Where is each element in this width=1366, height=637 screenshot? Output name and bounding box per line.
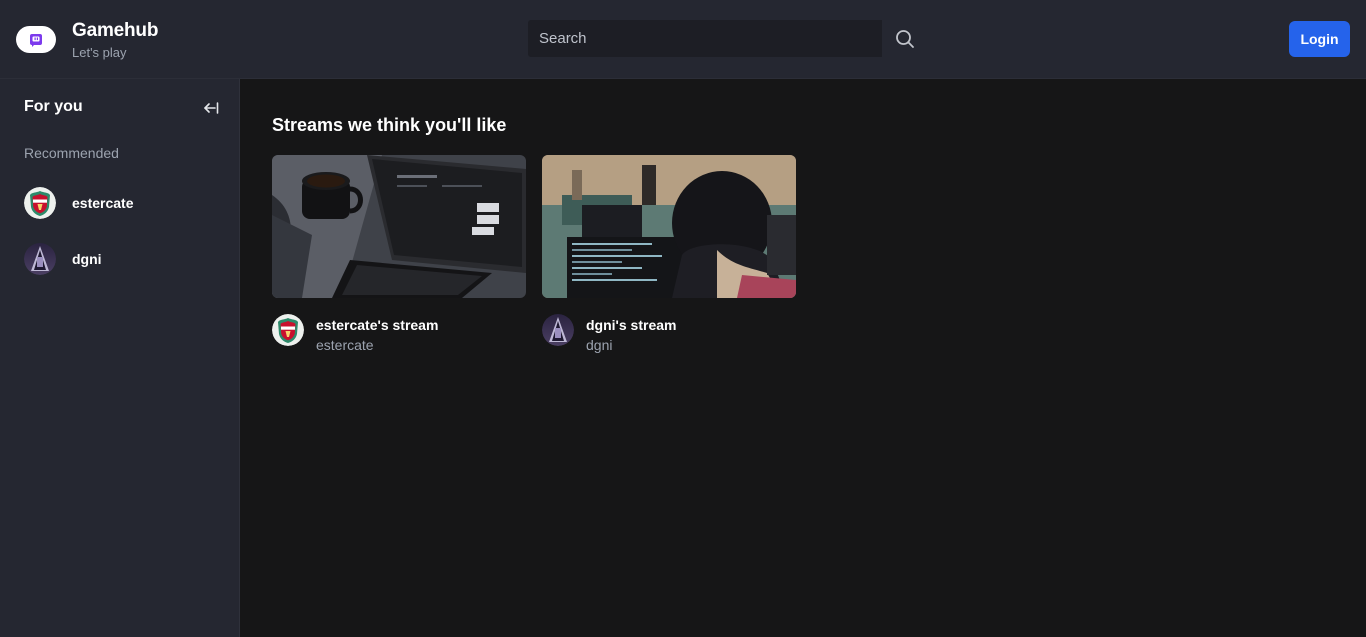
recommended-label: Recommended xyxy=(24,145,119,161)
search-icon xyxy=(896,29,914,48)
sidebar-item-dgni[interactable]: dgni xyxy=(0,235,239,283)
brand-title: Gamehub xyxy=(72,20,159,41)
page-title: Streams we think you'll like xyxy=(272,115,507,135)
stream-username: estercate xyxy=(316,337,374,353)
dark-portrait-avatar xyxy=(542,314,574,346)
stream-username: dgni xyxy=(586,337,613,353)
dark-portrait-avatar xyxy=(24,243,56,275)
search-button[interactable] xyxy=(882,20,928,57)
stream-card-dgni[interactable]: dgni's stream dgni xyxy=(542,155,796,353)
collapse-left-icon xyxy=(204,102,219,114)
sidebar-heading: For you xyxy=(24,98,83,115)
liverpool-crest-avatar xyxy=(24,187,56,219)
top-navbar: Gamehub Let's play Login xyxy=(0,0,1366,79)
search-input[interactable] xyxy=(528,20,882,57)
stream-card-estercate[interactable]: estercate's stream estercate xyxy=(272,155,526,353)
sidebar-item-label: dgni xyxy=(72,251,102,267)
stream-title: estercate's stream xyxy=(316,317,439,333)
logo[interactable] xyxy=(16,26,56,53)
collapse-sidebar-button[interactable] xyxy=(200,97,222,119)
liverpool-crest-avatar xyxy=(272,314,304,346)
sidebar-item-estercate[interactable]: estercate xyxy=(0,179,239,227)
person-coding-image xyxy=(542,155,796,298)
sidebar-item-label: estercate xyxy=(72,195,134,211)
sidebar: For you Recommended estercate dgni xyxy=(0,79,240,637)
brand-subtitle: Let's play xyxy=(72,45,127,60)
twitch-logo-icon xyxy=(30,33,42,47)
stream-title: dgni's stream xyxy=(586,317,677,333)
login-button[interactable]: Login xyxy=(1289,21,1350,57)
laptop-and-coffee-image xyxy=(272,155,526,298)
